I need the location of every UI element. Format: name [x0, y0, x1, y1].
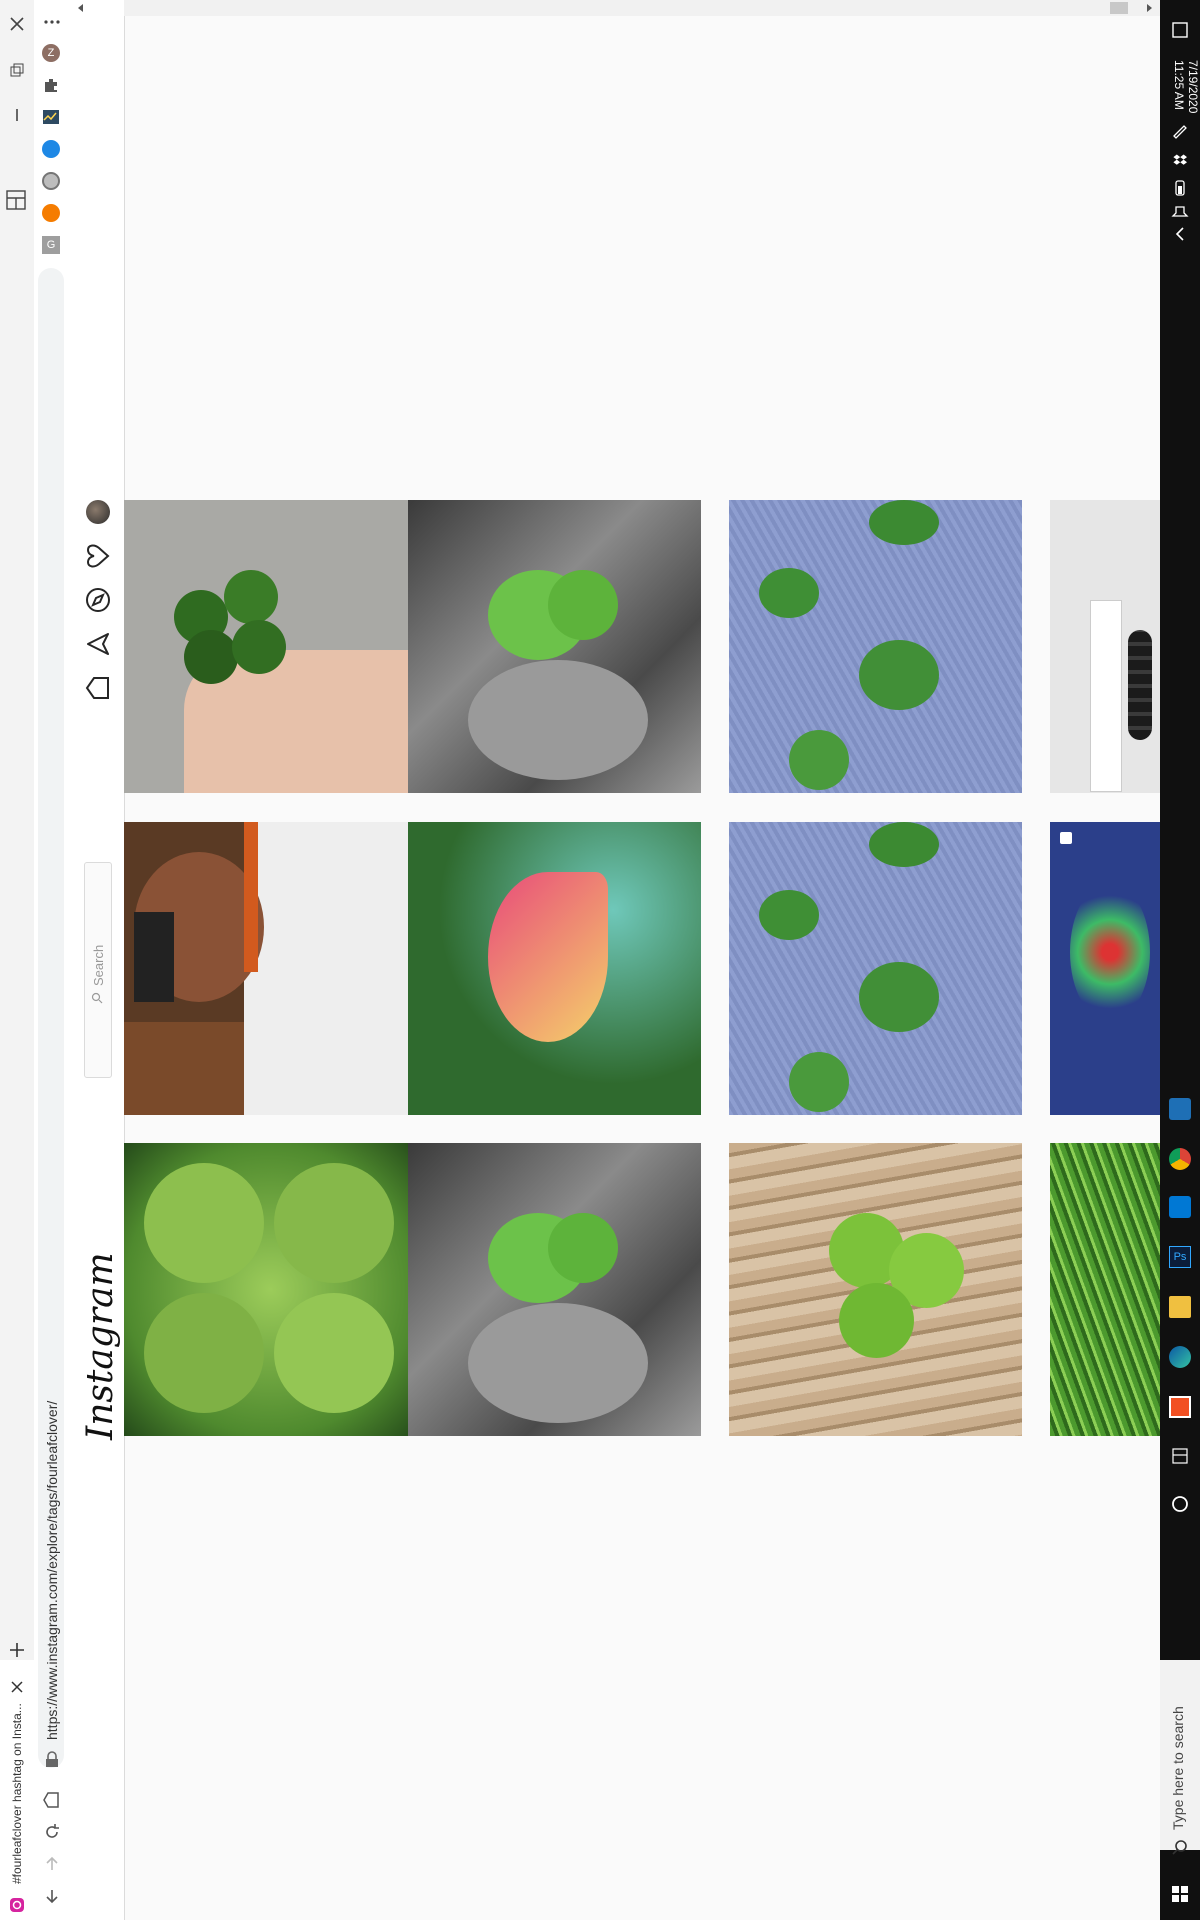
close-tab-icon[interactable]	[8, 1678, 26, 1696]
clover-leaf	[274, 1163, 394, 1283]
post-tile[interactable]	[729, 1143, 1022, 1436]
clover-leaf	[869, 500, 939, 545]
extension-gray-circle-icon[interactable]	[42, 172, 60, 190]
scroll-left-arrow-icon[interactable]	[76, 3, 86, 13]
direct-messages-icon[interactable]	[84, 630, 112, 658]
post-tile[interactable]	[729, 500, 1022, 793]
extension-g-icon[interactable]: G	[42, 236, 60, 254]
vertical-tab-strip	[0, 0, 34, 1920]
back-arrow-icon[interactable]	[42, 1886, 62, 1906]
post-tile[interactable]	[408, 500, 701, 793]
activity-heart-icon[interactable]	[84, 542, 112, 570]
clover-leaf	[224, 570, 278, 624]
horizontal-scrollbar[interactable]	[124, 0, 1160, 16]
post-tile[interactable]	[1050, 822, 1160, 1115]
clover-leaf	[184, 630, 238, 684]
white-shirt	[244, 822, 417, 1115]
taskbar-time: 11:25 AM	[1172, 60, 1186, 110]
clover-leaf	[789, 1052, 849, 1112]
clover-leaf	[859, 640, 939, 710]
gray-clover	[468, 660, 648, 780]
new-tab-icon[interactable]	[7, 1640, 27, 1660]
clover-leaf	[869, 822, 939, 867]
pink-yellow-flower	[488, 872, 608, 1042]
tab-actions-icon[interactable]	[4, 188, 28, 212]
clover-leaf	[232, 620, 286, 674]
clover-leaf	[859, 962, 939, 1032]
more-menu-icon[interactable]	[42, 12, 62, 32]
task-view-icon[interactable]	[1170, 1446, 1190, 1466]
close-window-icon[interactable]	[7, 14, 27, 34]
taskbar-date: 7/19/2020	[1186, 60, 1200, 114]
explore-compass-icon[interactable]	[84, 586, 112, 614]
home-icon[interactable]	[42, 1790, 62, 1810]
clover-leaf	[759, 568, 819, 618]
extension-blue-circle-icon[interactable]	[42, 140, 60, 158]
file-explorer-icon[interactable]	[1169, 1296, 1191, 1318]
windows-start-icon[interactable]	[1170, 1884, 1190, 1904]
home-nav-icon[interactable]	[84, 674, 112, 702]
extension-orange-circle-icon[interactable]	[42, 204, 60, 222]
notifications-icon[interactable]	[1170, 20, 1190, 40]
taskbar-search-icon	[1172, 1840, 1187, 1855]
taskbar-search-placeholder: Type here to search	[1170, 1706, 1186, 1830]
search-icon	[91, 992, 103, 1004]
show-hidden-icons-chevron-icon[interactable]	[1170, 224, 1190, 244]
mail-app-icon[interactable]	[1169, 1196, 1191, 1218]
scrollbar-thumb[interactable]	[1110, 2, 1128, 14]
green-clover	[548, 570, 618, 640]
lock-icon	[46, 1751, 58, 1767]
clover-leaf	[274, 1293, 394, 1413]
pen-icon[interactable]	[1170, 120, 1190, 140]
post-tile[interactable]	[408, 822, 701, 1115]
sunglasses	[134, 912, 174, 1002]
black-bead-bracelet	[1128, 630, 1152, 740]
office-app-icon[interactable]	[1169, 1396, 1191, 1418]
cortana-icon[interactable]	[1170, 1494, 1190, 1514]
search-placeholder: Search	[91, 944, 106, 986]
chrome-icon[interactable]	[1169, 1148, 1191, 1170]
extensions-puzzle-icon[interactable]	[42, 76, 60, 94]
post-tile[interactable]	[1050, 1143, 1160, 1436]
instagram-favicon-icon	[10, 1898, 24, 1912]
forward-arrow-icon[interactable]	[42, 1854, 62, 1874]
extension-z-icon[interactable]: Z	[42, 44, 60, 62]
extension-chart-icon[interactable]	[42, 108, 60, 126]
gray-clover	[468, 1303, 648, 1423]
post-tile[interactable]	[1050, 500, 1160, 793]
clover-leaf	[144, 1293, 264, 1413]
address-bar-url[interactable]: https://www.instagram.com/explore/tags/f…	[44, 1401, 60, 1740]
minimize-window-icon[interactable]	[7, 105, 27, 125]
clover-painting	[1070, 882, 1150, 1022]
post-tile[interactable]	[729, 822, 1022, 1115]
dropbox-icon[interactable]	[1170, 152, 1190, 172]
clover-leaf	[759, 890, 819, 940]
clover-leaf	[839, 1283, 914, 1358]
edge-browser-icon[interactable]	[1169, 1346, 1191, 1368]
grass	[1050, 1143, 1160, 1436]
windows-taskbar	[1160, 0, 1200, 1920]
post-tile[interactable]	[408, 1143, 701, 1436]
instagram-logo[interactable]: Instagram	[80, 1252, 121, 1440]
scroll-right-arrow-icon[interactable]	[1144, 3, 1154, 13]
post-tile[interactable]	[124, 1143, 417, 1436]
clover-leaf	[789, 730, 849, 790]
settings-app-icon[interactable]	[1169, 1098, 1191, 1120]
post-tile[interactable]	[124, 500, 417, 793]
clover-leaf	[144, 1163, 264, 1283]
profile-avatar[interactable]	[86, 500, 110, 524]
tab-title[interactable]: #fourleafclover hashtag on Insta...	[10, 1703, 24, 1884]
green-clover	[548, 1213, 618, 1283]
bracelet-card	[1090, 600, 1122, 792]
orange-strap	[244, 822, 258, 972]
photoshop-icon[interactable]: Ps	[1169, 1246, 1191, 1268]
battery-icon	[1175, 180, 1185, 196]
reload-icon[interactable]	[42, 1822, 62, 1842]
volume-icon[interactable]	[1170, 200, 1190, 220]
post-tile[interactable]	[124, 822, 417, 1115]
multiple-posts-icon	[1060, 832, 1072, 844]
restore-window-icon[interactable]	[7, 60, 27, 80]
